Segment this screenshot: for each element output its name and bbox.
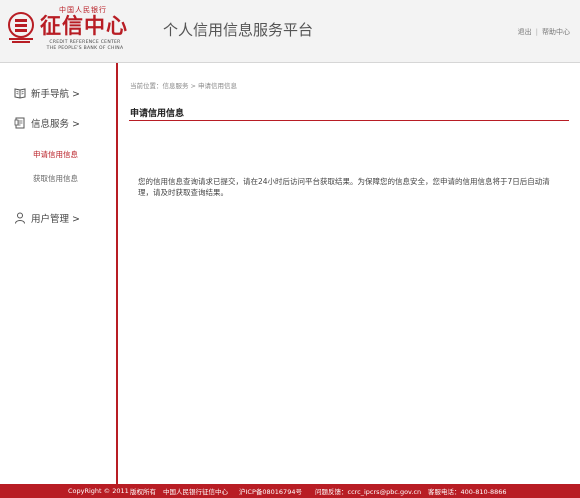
- sidebar: 新手导航 > 信息服务 > 申请信用信息 获取信用信息 用户管理 >: [0, 63, 118, 484]
- footer-feedback: 问题反馈：ccrc_ipcrs@pbc.gov.cn: [315, 488, 422, 496]
- sidebar-item-label: 新手导航 >: [31, 89, 80, 100]
- sidebar-item-user-management[interactable]: 用户管理 >: [14, 210, 80, 226]
- platform-title: 个人信用信息服务平台: [163, 21, 314, 39]
- help-center-link[interactable]: 帮助中心: [542, 28, 570, 36]
- document-icon: [14, 117, 25, 129]
- user-icon: [15, 212, 25, 224]
- sidebar-item-beginner-guide[interactable]: 新手导航 >: [14, 85, 80, 101]
- header-bar: 中国人民银行 征信中心 CREDIT REFERENCE CENTER THE …: [0, 0, 580, 63]
- logo-english-line2: THE PEOPLE'S BANK OF CHINA: [46, 46, 124, 51]
- breadcrumb-level2: 申请信用信息: [197, 82, 237, 90]
- book-icon: [14, 88, 26, 99]
- footer-org: 中国人民银行征信中心: [163, 488, 228, 496]
- footer-copyright: CopyRight © 2011: [68, 487, 129, 495]
- sidebar-subitem-get-credit-info[interactable]: 获取信用信息: [33, 173, 78, 184]
- sidebar-item-info-service[interactable]: 信息服务 >: [14, 115, 80, 131]
- sidebar-subitem-apply-credit-info[interactable]: 申请信用信息: [33, 149, 78, 160]
- top-links: 退出 | 帮助中心: [518, 27, 570, 37]
- logo-name: 征信中心: [40, 13, 128, 38]
- footer-rights: 版权所有: [130, 488, 156, 496]
- title-divider: [129, 120, 569, 121]
- link-separator: |: [535, 28, 538, 36]
- credit-center-logo-icon: [8, 12, 34, 43]
- sidebar-item-label: 信息服务 >: [31, 119, 80, 130]
- footer-phone: 客服电话：400-810-8866: [428, 488, 507, 496]
- logout-link[interactable]: 退出: [518, 28, 532, 36]
- breadcrumb: 当前位置：信息服务 > 申请信用信息: [130, 80, 237, 90]
- breadcrumb-separator: >: [190, 82, 196, 90]
- breadcrumb-level1[interactable]: 信息服务: [163, 82, 189, 90]
- logo-english-line1: CREDIT REFERENCE CENTER: [49, 40, 121, 45]
- footer: CopyRight © 2011 版权所有 中国人民银行征信中心 沪ICP备08…: [0, 484, 580, 498]
- page-title: 申请信用信息: [130, 109, 185, 119]
- breadcrumb-prefix: 当前位置：: [130, 82, 163, 90]
- sidebar-item-label: 用户管理 >: [31, 214, 80, 225]
- footer-icp: 沪ICP备08016794号: [239, 488, 302, 496]
- status-message: 您的信用信息查询请求已提交，请在24小时后访问平台获取结果。为保障您的信息安全，…: [138, 177, 550, 197]
